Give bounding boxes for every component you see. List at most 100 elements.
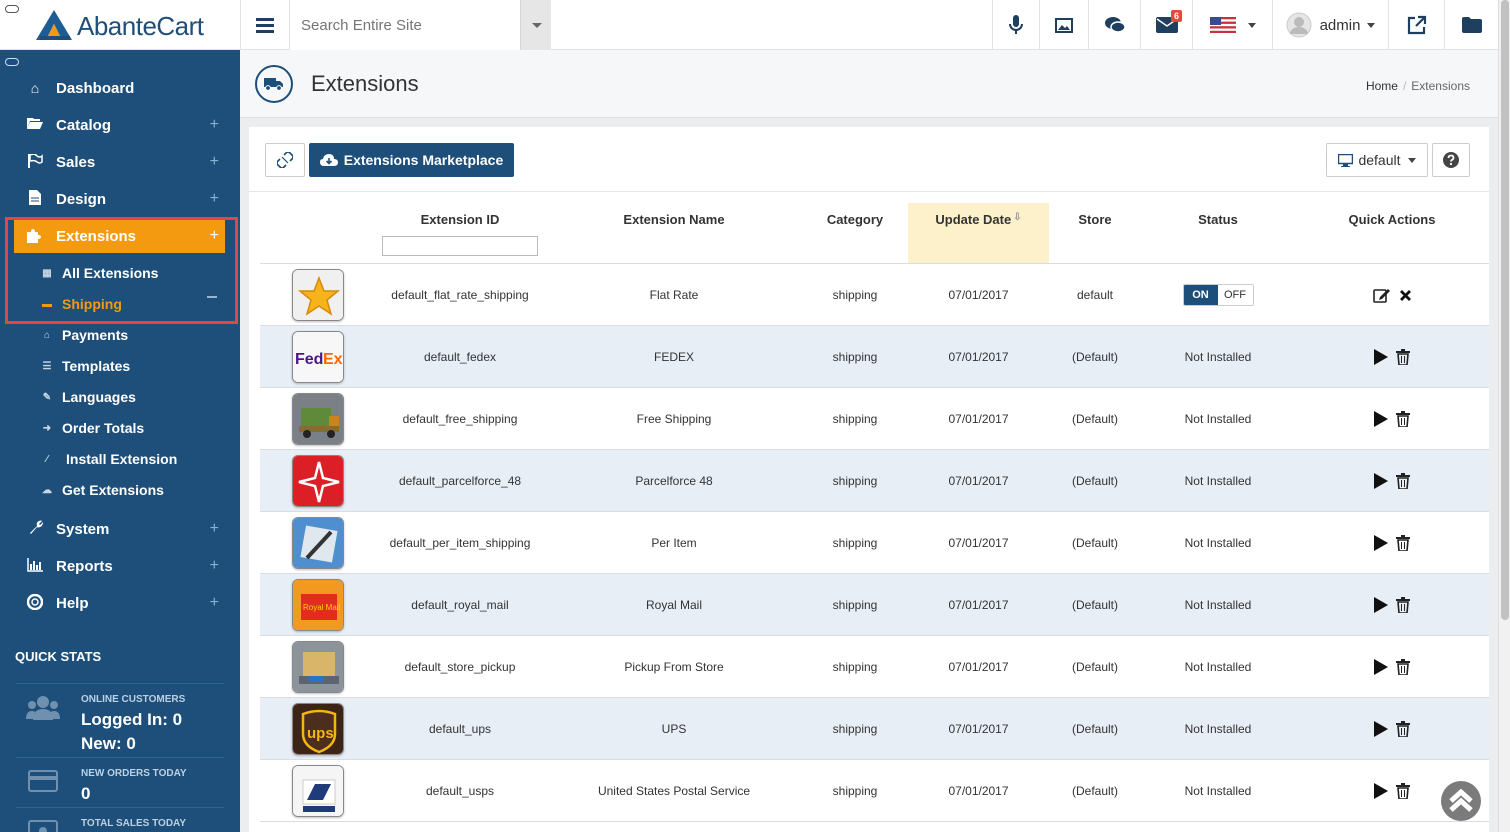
sidebar-subitem-payments[interactable]: ⌂ Payments: [40, 321, 128, 349]
sidebar-item-design[interactable]: Design +: [14, 182, 225, 216]
sidebar-subitem-label: Order Totals: [62, 420, 145, 436]
edit-icon[interactable]: [1372, 287, 1391, 303]
column-header-store[interactable]: Store: [1049, 203, 1141, 263]
fedex-logo-icon[interactable]: Fed Ex: [292, 331, 344, 383]
expand-icon[interactable]: +: [210, 116, 219, 134]
store-selector[interactable]: default: [1326, 143, 1428, 177]
trash-icon[interactable]: [1396, 535, 1410, 551]
install-play-icon[interactable]: [1374, 411, 1388, 427]
open-storefront-button[interactable]: [1388, 0, 1444, 50]
status-toggle[interactable]: ON OFF: [1182, 284, 1254, 306]
toggle-off[interactable]: OFF: [1217, 285, 1253, 305]
sidebar-item-help[interactable]: Help +: [14, 586, 225, 620]
install-play-icon[interactable]: [1374, 659, 1388, 675]
hamburger-menu-button[interactable]: [240, 0, 290, 50]
install-play-icon[interactable]: [1374, 535, 1388, 551]
search-dropdown-button[interactable]: [520, 0, 551, 50]
cell-store-text: (Default): [1071, 598, 1118, 612]
messages-button[interactable]: [1088, 0, 1140, 50]
install-play-icon[interactable]: [1374, 721, 1388, 737]
extensions-marketplace-button[interactable]: Extensions Marketplace: [309, 143, 514, 177]
sidebar-item-dashboard[interactable]: ⌂ Dashboard: [14, 71, 225, 105]
trash-icon[interactable]: [1396, 597, 1410, 613]
peritem-logo-icon[interactable]: [292, 517, 344, 569]
truck-logo-icon[interactable]: [292, 393, 344, 445]
sidebar-item-sales[interactable]: Sales +: [14, 145, 225, 179]
sidebar-item-reports[interactable]: Reports +: [14, 549, 225, 583]
scrollbar-thumb[interactable]: [1501, 0, 1509, 620]
install-play-icon[interactable]: [1374, 473, 1388, 489]
new-orders-stat: NEW ORDERS TODAY 0: [16, 757, 224, 807]
unlink-button[interactable]: [265, 143, 305, 177]
column-header-category[interactable]: Category: [798, 203, 912, 263]
toggle-on[interactable]: ON: [1183, 285, 1218, 305]
users-icon: [26, 696, 60, 720]
table-row: default_free_shipping Free Shipping shippi…: [260, 388, 1489, 450]
expand-icon[interactable]: +: [210, 190, 219, 208]
search-input[interactable]: [290, 0, 520, 50]
cell-date-text: 07/01/2017: [948, 722, 1009, 736]
expand-icon[interactable]: +: [210, 153, 219, 171]
help-button[interactable]: [1432, 143, 1470, 177]
expand-icon[interactable]: +: [210, 557, 219, 575]
cell-status: Not Installed: [1141, 636, 1295, 698]
column-label: Quick Actions: [1348, 212, 1436, 227]
svg-text:Royal Mail: Royal Mail: [303, 603, 341, 612]
money-icon: [28, 820, 58, 832]
trash-icon[interactable]: [1396, 349, 1410, 365]
column-header-extension-name[interactable]: Extension Name: [550, 203, 798, 263]
logo[interactable]: AbanteCart: [0, 0, 240, 50]
language-selector[interactable]: [1192, 0, 1272, 50]
sidebar-subitem-install-extension[interactable]: ⁄ Install Extension: [40, 445, 177, 473]
close-icon[interactable]: [1399, 289, 1412, 302]
cell-store: (Default): [1049, 388, 1141, 450]
sidebar-item-catalog[interactable]: Catalog +: [14, 108, 225, 142]
sidebar-subitem-templates[interactable]: ☰ Templates: [40, 352, 131, 380]
sidebar-subitem-label: Languages: [62, 389, 136, 405]
trash-icon[interactable]: [1396, 721, 1410, 737]
install-play-icon[interactable]: [1374, 597, 1388, 613]
extension-id-filter-input[interactable]: [382, 236, 538, 256]
trash-icon[interactable]: [1396, 473, 1410, 489]
column-header-status[interactable]: Status: [1141, 203, 1295, 263]
trash-icon[interactable]: [1396, 783, 1410, 799]
status-text: Not Installed: [1184, 412, 1252, 426]
trash-icon[interactable]: [1396, 659, 1410, 675]
window-toggle-icon[interactable]: [5, 5, 19, 13]
sidebar-item-label: Help: [56, 594, 89, 612]
ups-logo-icon[interactable]: ups: [292, 703, 344, 755]
cell-category-text: shipping: [832, 784, 878, 798]
install-play-icon[interactable]: [1374, 349, 1388, 365]
file-manager-button[interactable]: [1444, 0, 1498, 50]
cell-name: Flat Rate: [550, 264, 798, 326]
sidebar-subitem-languages[interactable]: ✎ Languages: [40, 383, 136, 411]
expand-icon[interactable]: +: [210, 594, 219, 612]
cell-date: 07/01/2017: [908, 326, 1049, 388]
cell-category: shipping: [798, 326, 912, 388]
expand-icon[interactable]: +: [210, 520, 219, 538]
star-logo-icon[interactable]: [292, 269, 344, 321]
cell-date-text: 07/01/2017: [948, 412, 1009, 426]
user-menu[interactable]: admin: [1272, 0, 1388, 50]
column-header-update-date[interactable]: Update Date ⇩: [908, 203, 1049, 263]
royalmail-logo-icon[interactable]: Royal Mail: [292, 579, 344, 631]
sidebar-item-system[interactable]: System +: [14, 512, 225, 546]
sidebar-subitem-get-extensions[interactable]: ☁ Get Extensions: [40, 476, 164, 504]
sidebar-toggle-icon[interactable]: [5, 58, 19, 66]
pickup-logo-icon[interactable]: [292, 641, 344, 693]
column-label: Category: [826, 212, 884, 227]
usps-logo-icon[interactable]: [292, 765, 344, 817]
status-text: Not Installed: [1184, 536, 1252, 550]
vertical-scrollbar[interactable]: [1498, 0, 1510, 832]
notifications-button[interactable]: 6: [1140, 0, 1192, 50]
sidebar-subitem-order-totals[interactable]: ➜ Order Totals: [40, 414, 144, 442]
cell-store-text: (Default): [1071, 350, 1118, 364]
breadcrumb-home-link[interactable]: Home: [1366, 79, 1398, 93]
parcelforce-logo-icon[interactable]: [292, 455, 344, 507]
trash-icon[interactable]: [1396, 411, 1410, 427]
cloud-download-icon: [319, 153, 338, 166]
install-play-icon[interactable]: [1374, 783, 1388, 799]
voice-button[interactable]: [992, 0, 1039, 50]
scroll-to-top-button[interactable]: [1441, 781, 1481, 821]
media-button[interactable]: [1039, 0, 1088, 50]
